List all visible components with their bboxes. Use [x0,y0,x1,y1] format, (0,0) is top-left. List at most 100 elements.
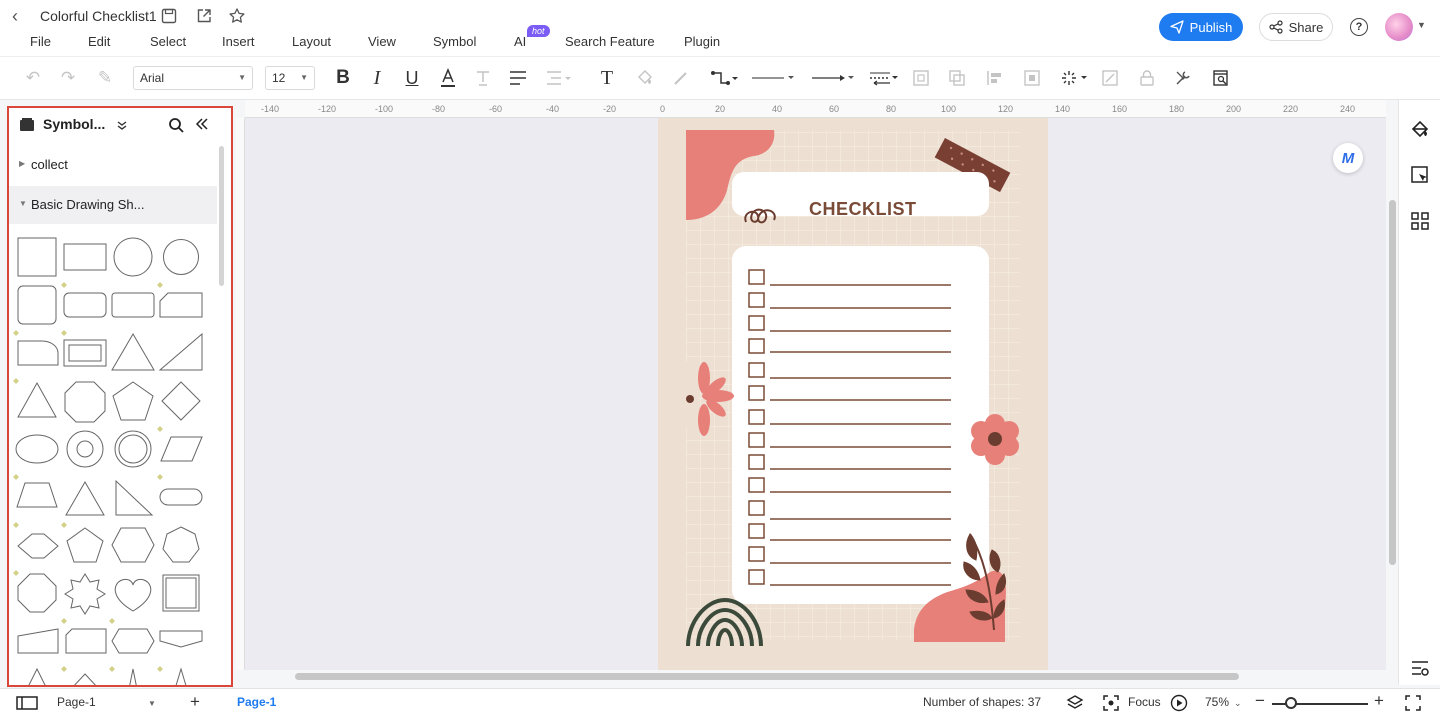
connector-icon[interactable] [710,67,738,89]
shape-rounded-rectangle[interactable] [63,292,107,318]
shape-diamond[interactable] [161,381,201,421]
shape-rounded-rectangle-2[interactable] [111,292,155,318]
shape-hexagon[interactable] [111,527,155,563]
fill-color-icon[interactable] [634,67,656,89]
zoom-slider-handle[interactable] [1285,697,1298,709]
checklist-page[interactable]: CHECKLIST [658,118,1048,670]
italic-icon[interactable]: I [366,67,388,89]
page-selector[interactable]: Page-1 [57,695,96,709]
layers-icon[interactable] [1066,694,1084,712]
shape-round-corner-rect[interactable] [17,340,59,366]
focus-label[interactable]: Focus [1128,695,1161,709]
shape-triangle[interactable] [111,333,155,371]
shape-octagon[interactable] [64,381,106,423]
shape-heptagon[interactable] [162,526,200,563]
canvas-horizontal-scrollbar[interactable] [295,673,1239,680]
page-tab-active[interactable]: Page-1 [237,695,276,709]
export-icon[interactable] [195,7,213,25]
share-button[interactable]: Share [1259,13,1333,41]
arrange-icon[interactable] [946,67,968,89]
line-weight-icon[interactable] [868,67,898,89]
menu-ai[interactable]: AI [514,34,526,49]
bold-icon[interactable]: B [332,67,354,89]
shape-parallelogram[interactable] [160,436,203,462]
shape-right-triangle-2[interactable] [115,479,154,516]
panel-title[interactable]: Symbol... [43,116,105,132]
shape-right-triangle[interactable] [158,332,203,371]
shape-heart[interactable] [114,578,152,612]
align-icon[interactable] [984,67,1006,89]
clear-format-icon[interactable] [472,67,494,89]
user-avatar[interactable] [1385,13,1413,41]
font-family-select[interactable]: Arial ▼ [133,66,253,90]
back-chevron-icon[interactable]: ‹ [12,6,18,27]
search-icon[interactable] [168,117,184,133]
list-card[interactable] [732,246,989,604]
avatar-dropdown-caret-icon[interactable]: ▼ [1417,20,1426,30]
shape-snip-rectangle[interactable] [159,292,203,318]
shape-rounded-triangle[interactable] [65,480,105,516]
fullscreen-icon[interactable] [1405,695,1421,711]
star-icon[interactable] [228,7,246,25]
publish-button[interactable]: Publish [1159,13,1243,41]
settings-list-icon[interactable] [1409,657,1431,679]
focus-icon[interactable] [1103,695,1119,711]
add-page-button[interactable]: + [190,692,200,712]
help-icon[interactable]: ? [1350,18,1368,36]
shape-rectangle[interactable] [63,243,107,271]
lock-icon[interactable] [1136,67,1158,89]
zoom-slider[interactable] [1272,697,1368,709]
library-row-basic-drawing-shapes[interactable]: ▼ Basic Drawing Sh... [9,186,217,224]
shape-ellipse[interactable] [15,434,59,464]
shape-double-frame[interactable] [162,574,200,612]
page-panel-icon[interactable] [16,696,38,710]
shape-pentagon-2[interactable] [66,527,104,563]
edit-shape-icon[interactable] [1099,67,1121,89]
shape-capsule[interactable] [159,488,203,506]
menu-view[interactable]: View [368,34,396,49]
zoom-out-icon[interactable]: − [1255,691,1265,711]
shape-manual-input[interactable] [17,628,59,654]
canvas-vertical-scrollbar[interactable] [1389,200,1396,565]
text-tool-icon[interactable]: T [596,67,618,89]
shape-pentagon[interactable] [112,381,154,421]
arrow-style-select[interactable] [810,67,856,89]
checklist-title[interactable]: CHECKLIST [809,199,917,220]
drawing-canvas[interactable]: CHECKLIST [245,118,1386,670]
menu-plugin[interactable]: Plugin [684,34,720,49]
line-color-icon[interactable] [670,67,692,89]
grid-apps-icon[interactable] [1409,210,1431,232]
shape-trapezoid[interactable] [16,482,58,508]
shape-square[interactable] [17,237,57,277]
shape-circle[interactable] [113,237,153,277]
shape-rounded-square[interactable] [17,285,57,325]
shape-circle-2[interactable] [163,239,199,275]
line-spacing-icon[interactable] [545,67,573,89]
shape-isosceles-triangle[interactable] [17,381,57,418]
library-row-collect[interactable]: ▶ collect [9,146,217,184]
tools-icon[interactable] [1172,67,1194,89]
shape-frame[interactable] [63,339,107,367]
menu-layout[interactable]: Layout [292,34,331,49]
panel-scrollbar[interactable] [219,146,224,286]
shape-octagon-2[interactable] [17,573,57,613]
play-icon[interactable] [1170,694,1188,712]
undo-icon[interactable]: ↶ [22,67,44,89]
find-replace-icon[interactable] [1210,67,1232,89]
expand-double-chevron-icon[interactable] [116,119,128,131]
menu-file[interactable]: File [30,34,51,49]
ai-assistant-button[interactable]: M [1333,143,1363,173]
shape-star[interactable] [64,573,106,615]
shape-properties-icon[interactable] [1409,164,1431,186]
group-icon[interactable] [910,67,932,89]
menu-insert[interactable]: Insert [222,34,255,49]
underline-icon[interactable]: U [401,67,423,89]
line-style-select[interactable] [750,67,796,89]
zoom-level[interactable]: 75% [1205,695,1229,709]
font-size-select[interactable]: 12 ▼ [265,66,315,90]
font-color-icon[interactable] [437,67,459,89]
size-icon[interactable] [1021,67,1043,89]
menu-symbol[interactable]: Symbol [433,34,476,49]
shape-off-page[interactable] [159,630,203,648]
shape-hexagon-flat[interactable] [17,533,59,559]
